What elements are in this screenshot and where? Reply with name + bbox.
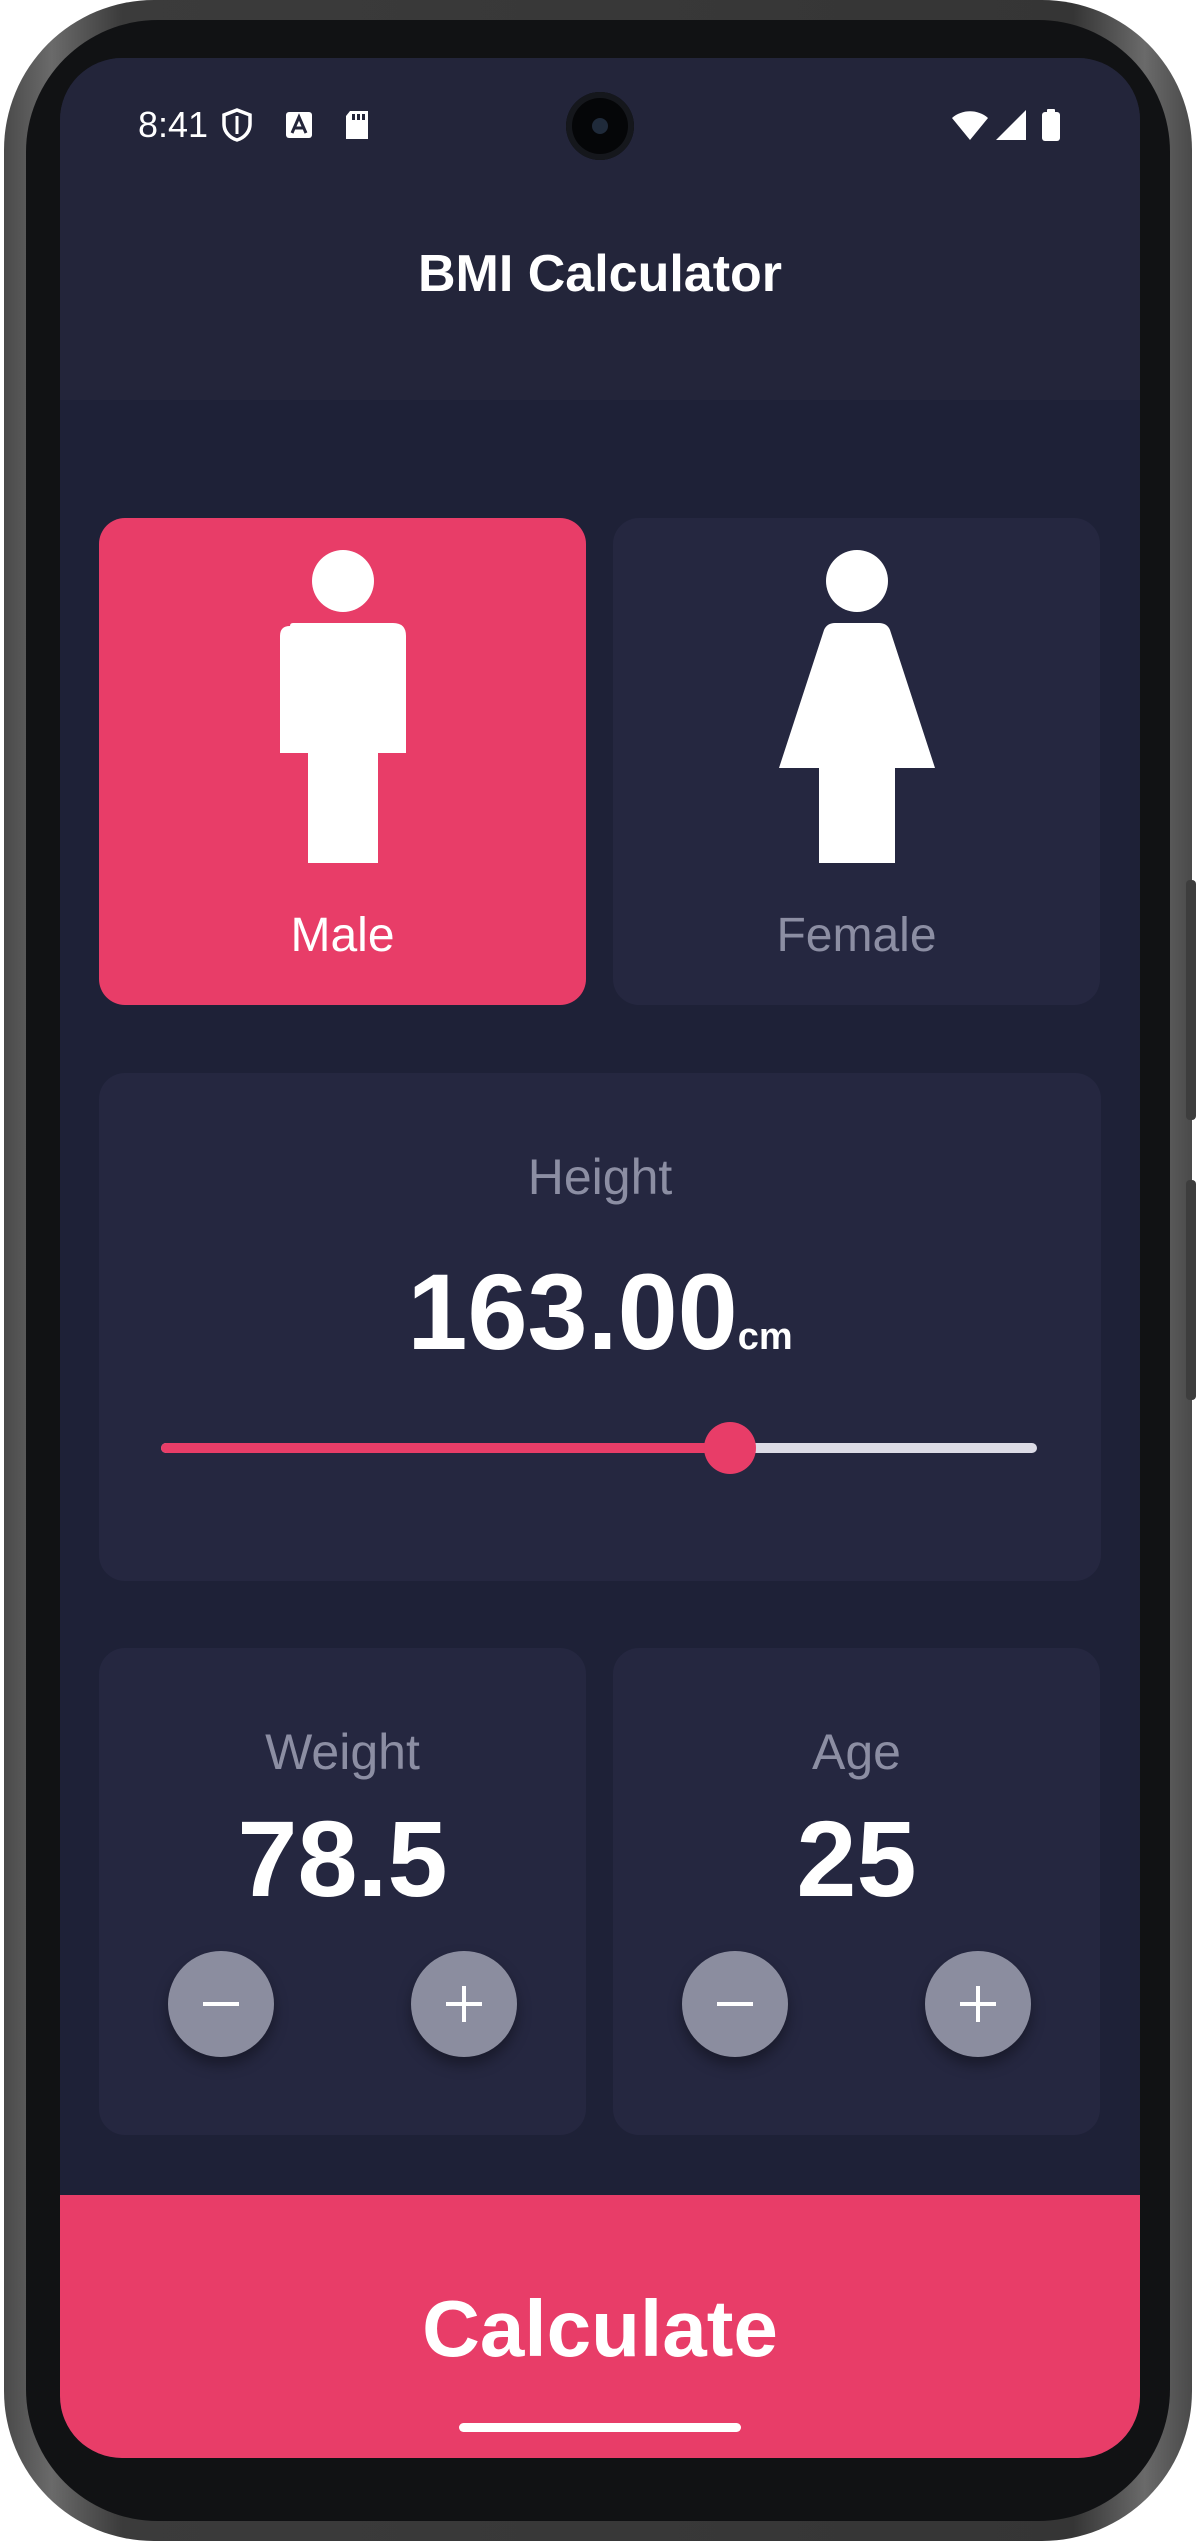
shield-icon [222,108,252,142]
minus-icon [717,2002,753,2006]
male-label: Male [290,909,395,962]
battery-icon [1042,109,1060,141]
minus-icon [203,2002,239,2006]
wifi-icon [952,111,988,140]
weight-label: Weight [265,1724,420,1780]
height-label: Height [527,1149,673,1205]
height-card: Height 163.00cm [99,1073,1101,1581]
age-increment-button[interactable] [925,1951,1031,2057]
volume-button [1186,1180,1196,1400]
height-slider-thumb[interactable] [704,1422,757,1474]
female-label: Female [776,909,937,962]
app-screen: 8:41 BMI Calculator Male Female Height 1… [60,58,1140,2458]
height-value: 163.00 [407,1251,738,1372]
calculate-button[interactable]: Calculate [60,2195,1140,2458]
home-indicator[interactable] [459,2423,741,2432]
age-value: 25 [796,1798,917,1919]
female-icon [778,550,935,863]
plus-icon [446,1986,482,2022]
age-card: Age 25 [613,1648,1100,2135]
status-time: 8:41 [138,104,209,145]
weight-decrement-button[interactable] [168,1951,274,2057]
a-letter-icon [286,112,312,138]
male-card[interactable]: Male [99,518,586,1005]
power-button [1186,880,1196,1120]
height-slider[interactable] [161,1422,1037,1474]
app-bar: BMI Calculator [60,188,1140,400]
female-card[interactable]: Female [613,518,1100,1005]
age-decrement-button[interactable] [682,1951,788,2057]
height-slider-fill [161,1443,731,1453]
height-unit: cm [737,1316,793,1358]
weight-value: 78.5 [237,1798,448,1919]
cellular-signal-icon [996,110,1026,140]
age-label: Age [812,1724,901,1780]
sd-card-icon [346,111,368,139]
height-readout: 163.00cm [99,1249,1101,1374]
weight-card: Weight 78.5 [99,1648,586,2135]
plus-icon [960,1986,996,2022]
status-bar: 8:41 [60,58,1140,188]
weight-increment-button[interactable] [411,1951,517,2057]
front-camera [566,92,634,160]
male-icon [279,550,406,863]
page-title: BMI Calculator [417,245,783,303]
